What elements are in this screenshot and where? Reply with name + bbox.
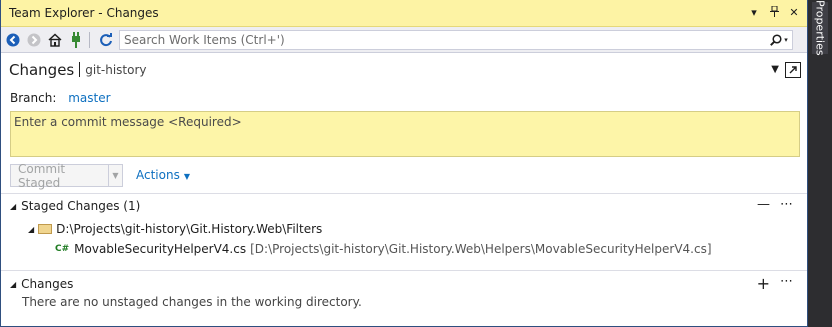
changes-header[interactable]: ◢ Changes	[10, 277, 73, 291]
header-divider	[79, 62, 81, 77]
page-header: Changes git-history ▼	[1, 53, 807, 86]
search-icon[interactable]: ▾	[766, 33, 792, 46]
section-divider	[1, 193, 807, 194]
changes-heading: Changes	[21, 277, 74, 291]
window-position-dropdown-icon[interactable]: ▾	[749, 6, 759, 20]
pin-icon[interactable]	[769, 5, 779, 20]
section-divider	[1, 270, 807, 271]
window-title: Team Explorer - Changes	[9, 6, 159, 20]
search-options-dropdown-icon[interactable]: ▾	[784, 36, 788, 44]
close-icon[interactable]: ✕	[789, 6, 799, 20]
file-name: MovableSecurityHelperV4.cs	[74, 242, 247, 256]
changes-section-tools: + ⋯	[757, 274, 793, 293]
repository-name: git-history	[85, 62, 147, 77]
staged-file-item[interactable]: C# MovableSecurityHelperV4.cs [D:\Projec…	[55, 242, 712, 256]
team-explorer-window: Team Explorer - Changes ▾ ✕ Search Work …	[0, 0, 808, 327]
more-options-icon[interactable]: ⋯	[780, 197, 793, 212]
unstage-all-icon[interactable]: —	[757, 197, 770, 212]
csharp-file-icon: C#	[55, 244, 70, 254]
collapse-icon: ◢	[10, 279, 17, 289]
collapse-icon: ◢	[10, 201, 17, 211]
search-work-items-box: ▾	[119, 29, 793, 50]
actions-dropdown-icon: ▼	[183, 172, 190, 181]
title-bar-controls: ▾ ✕	[749, 5, 799, 20]
no-changes-message: There are no unstaged changes in the wor…	[22, 295, 362, 309]
folder-path: D:\Projects\git-history\Git.History.Web\…	[56, 222, 323, 236]
branch-row: Branch: master	[10, 91, 111, 105]
forward-icon[interactable]	[25, 31, 43, 49]
more-options-icon[interactable]: ⋯	[780, 274, 793, 293]
commit-message-input[interactable]	[10, 111, 800, 157]
staged-changes-header[interactable]: ◢ Staged Changes (1)	[10, 199, 140, 213]
header-tools: ▼	[771, 61, 801, 78]
properties-side-panel: Properties	[808, 0, 832, 327]
undock-icon[interactable]	[785, 61, 801, 78]
branch-link[interactable]: master	[68, 91, 110, 105]
back-icon[interactable]	[4, 31, 22, 49]
title-bar: Team Explorer - Changes ▾ ✕	[1, 0, 807, 27]
file-full-path: [D:\Projects\git-history\Git.History.Web…	[250, 242, 712, 256]
folder-collapse-icon[interactable]: ◢	[28, 225, 34, 234]
folder-icon	[38, 224, 53, 234]
staged-section-tools: — ⋯	[757, 197, 793, 212]
commit-options-dropdown-icon[interactable]: ▼	[108, 165, 122, 186]
stage-all-icon[interactable]: +	[757, 274, 770, 293]
staged-changes-heading: Staged Changes (1)	[21, 199, 141, 213]
page-title: Changes	[9, 60, 75, 79]
page-navigation-dropdown-icon[interactable]: ▼	[771, 64, 779, 75]
staged-folder-item[interactable]: ◢ D:\Projects\git-history\Git.History.We…	[28, 222, 322, 236]
toolbar: ▾	[1, 27, 807, 53]
actions-menu[interactable]: Actions ▼	[136, 168, 190, 182]
commit-staged-label: Commit Staged	[18, 161, 66, 190]
refresh-icon[interactable]	[97, 31, 115, 49]
actions-label: Actions	[136, 168, 180, 182]
toolbar-separator	[89, 31, 90, 48]
commit-staged-button[interactable]: Commit Staged ▼	[10, 161, 123, 190]
connect-icon[interactable]	[67, 31, 85, 49]
properties-tab[interactable]: Properties	[812, 0, 828, 56]
branch-label: Branch:	[10, 91, 57, 105]
search-input[interactable]	[120, 30, 766, 49]
home-icon[interactable]	[46, 31, 64, 49]
